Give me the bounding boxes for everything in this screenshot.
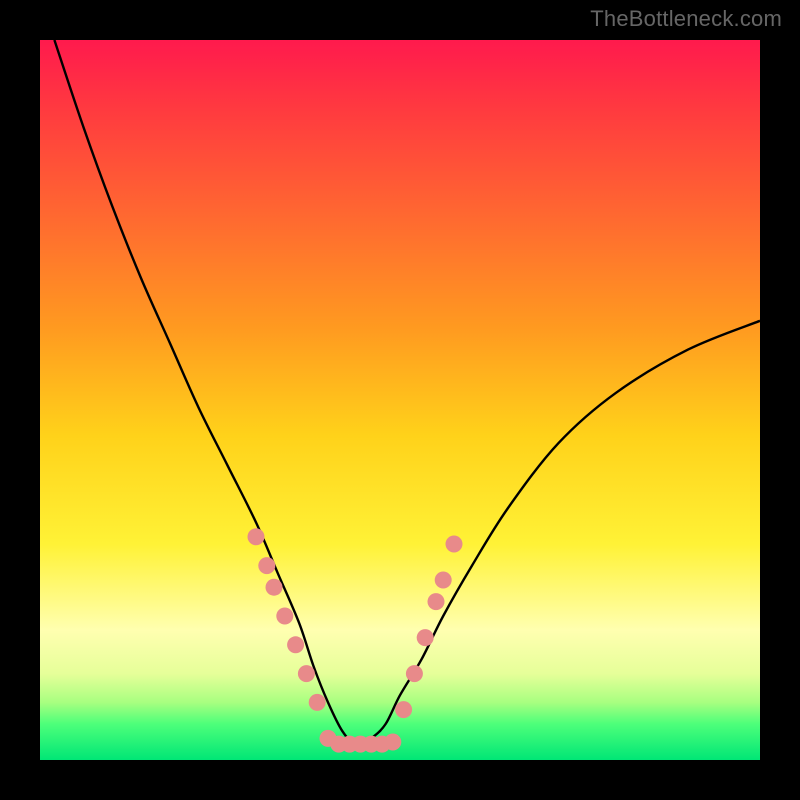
bottleneck-curve [54,40,760,746]
chart-svg [40,40,760,760]
highlight-dot [298,665,315,682]
highlight-dot [406,665,423,682]
highlight-dot [384,734,401,751]
highlight-dots-group [248,528,463,752]
watermark-text: TheBottleneck.com [590,6,782,32]
highlight-dot [417,629,434,646]
highlight-dot [428,593,445,610]
highlight-dot [258,557,275,574]
highlight-dot [276,608,293,625]
highlight-dot [248,528,265,545]
chart-frame: TheBottleneck.com [0,0,800,800]
highlight-dot [395,701,412,718]
highlight-dot [266,579,283,596]
highlight-dot [287,636,304,653]
highlight-dot [435,572,452,589]
highlight-dot [446,536,463,553]
highlight-dot [309,694,326,711]
plot-area [40,40,760,760]
